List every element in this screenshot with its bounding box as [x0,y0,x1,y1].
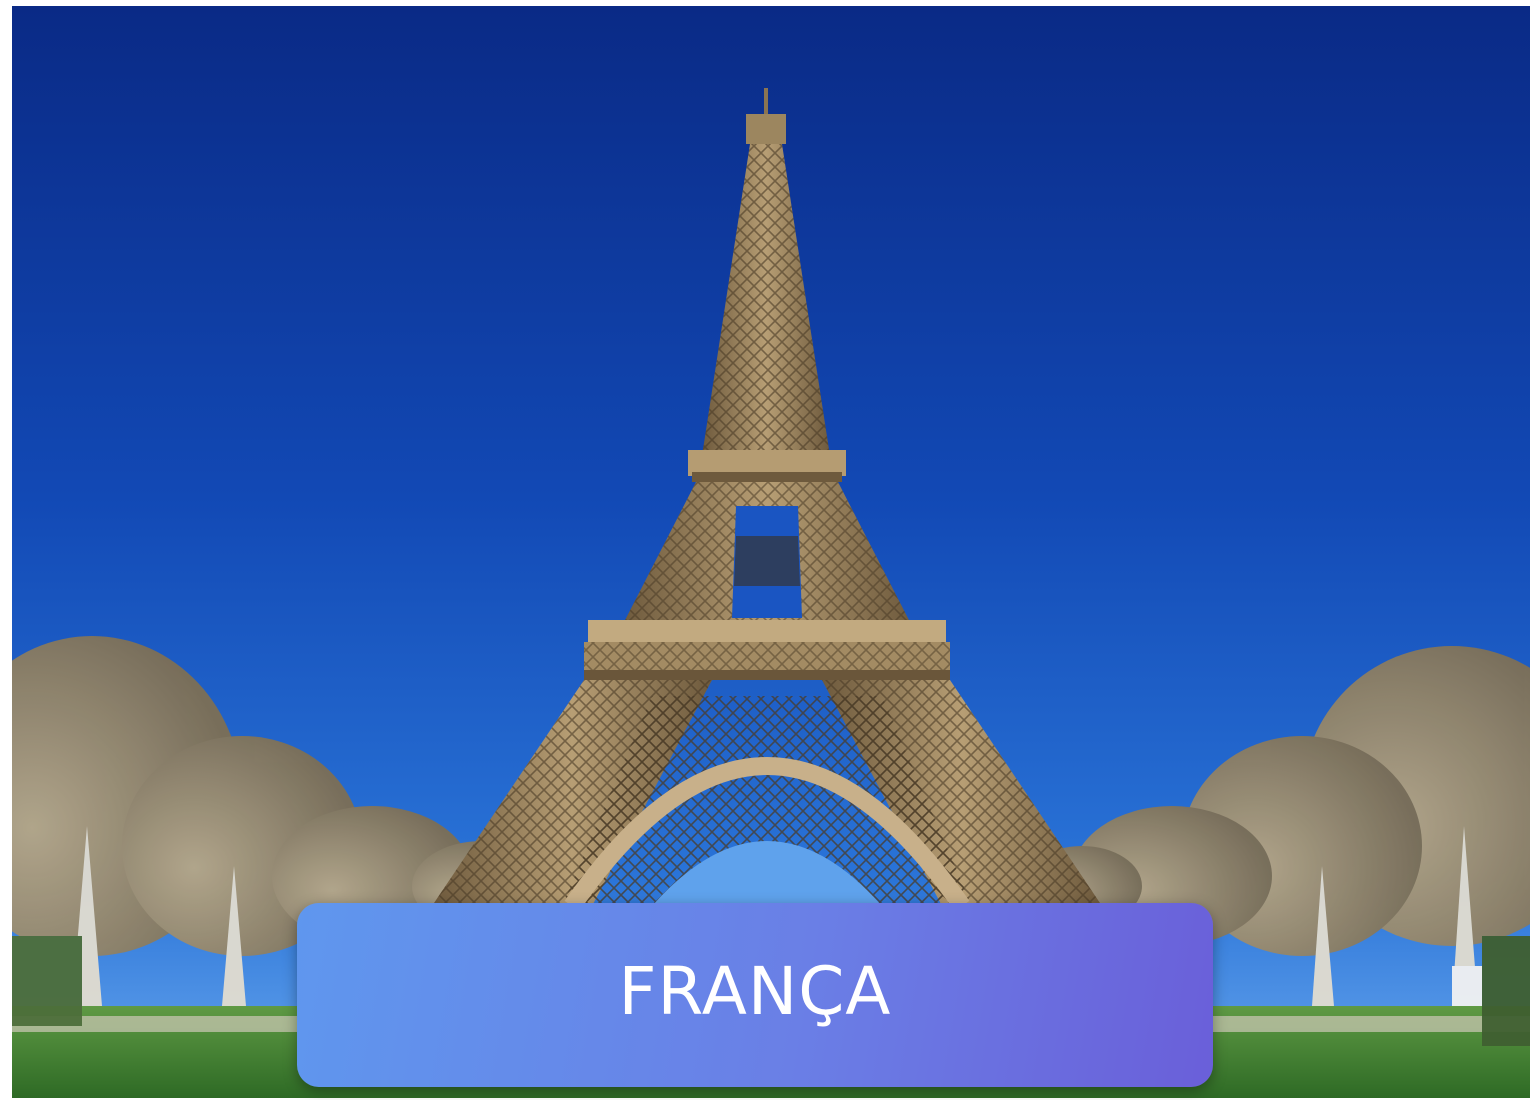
caption-label: FRANÇA [618,953,892,1030]
caption-box: FRANÇA [297,903,1213,1087]
slide: FRANÇA [0,0,1532,1100]
